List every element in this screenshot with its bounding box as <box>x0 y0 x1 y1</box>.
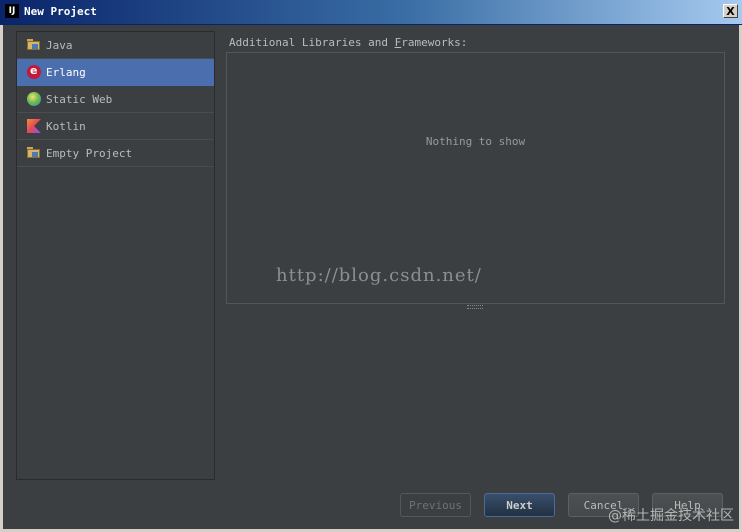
previous-button[interactable]: Previous <box>400 493 471 517</box>
sidebar-item-label: Empty Project <box>46 146 133 160</box>
splitter-handle[interactable] <box>467 305 483 309</box>
close-window-button[interactable]: X <box>723 4 738 18</box>
sidebar-item-label: Java <box>46 38 73 52</box>
label-part: rameworks: <box>401 36 468 49</box>
kotlin-icon <box>27 119 41 133</box>
sidebar-item-empty-project[interactable]: Empty Project <box>17 140 214 167</box>
sidebar-item-java[interactable]: Java <box>17 32 214 59</box>
folder-icon <box>27 146 41 160</box>
libraries-frameworks-label: Additional Libraries and Frameworks: <box>229 36 467 49</box>
url-watermark: http://blog.csdn.net/ <box>276 265 482 286</box>
intellij-app-icon: IJ <box>5 4 19 18</box>
sidebar-item-erlang[interactable]: Erlang <box>17 59 214 86</box>
sidebar-item-label: Erlang <box>46 65 86 79</box>
sidebar-item-label: Kotlin <box>46 119 86 133</box>
globe-icon <box>27 92 41 106</box>
sidebar-item-label: Static Web <box>46 92 113 106</box>
site-watermark: @稀土掘金技术社区 <box>608 508 734 524</box>
label-part: Additional Libraries and <box>229 36 395 49</box>
project-type-list: Java Erlang Static Web Kotlin Empty Proj… <box>16 31 215 480</box>
empty-state-text: Nothing to show <box>425 135 526 148</box>
erlang-icon <box>27 64 41 79</box>
sidebar-item-kotlin[interactable]: Kotlin <box>17 113 214 140</box>
folder-icon <box>27 38 41 52</box>
window-title: New Project <box>24 5 97 18</box>
window-titlebar: IJ New Project X <box>0 0 742 25</box>
sidebar-item-static-web[interactable]: Static Web <box>17 86 214 113</box>
next-button[interactable]: Next <box>484 493 555 517</box>
